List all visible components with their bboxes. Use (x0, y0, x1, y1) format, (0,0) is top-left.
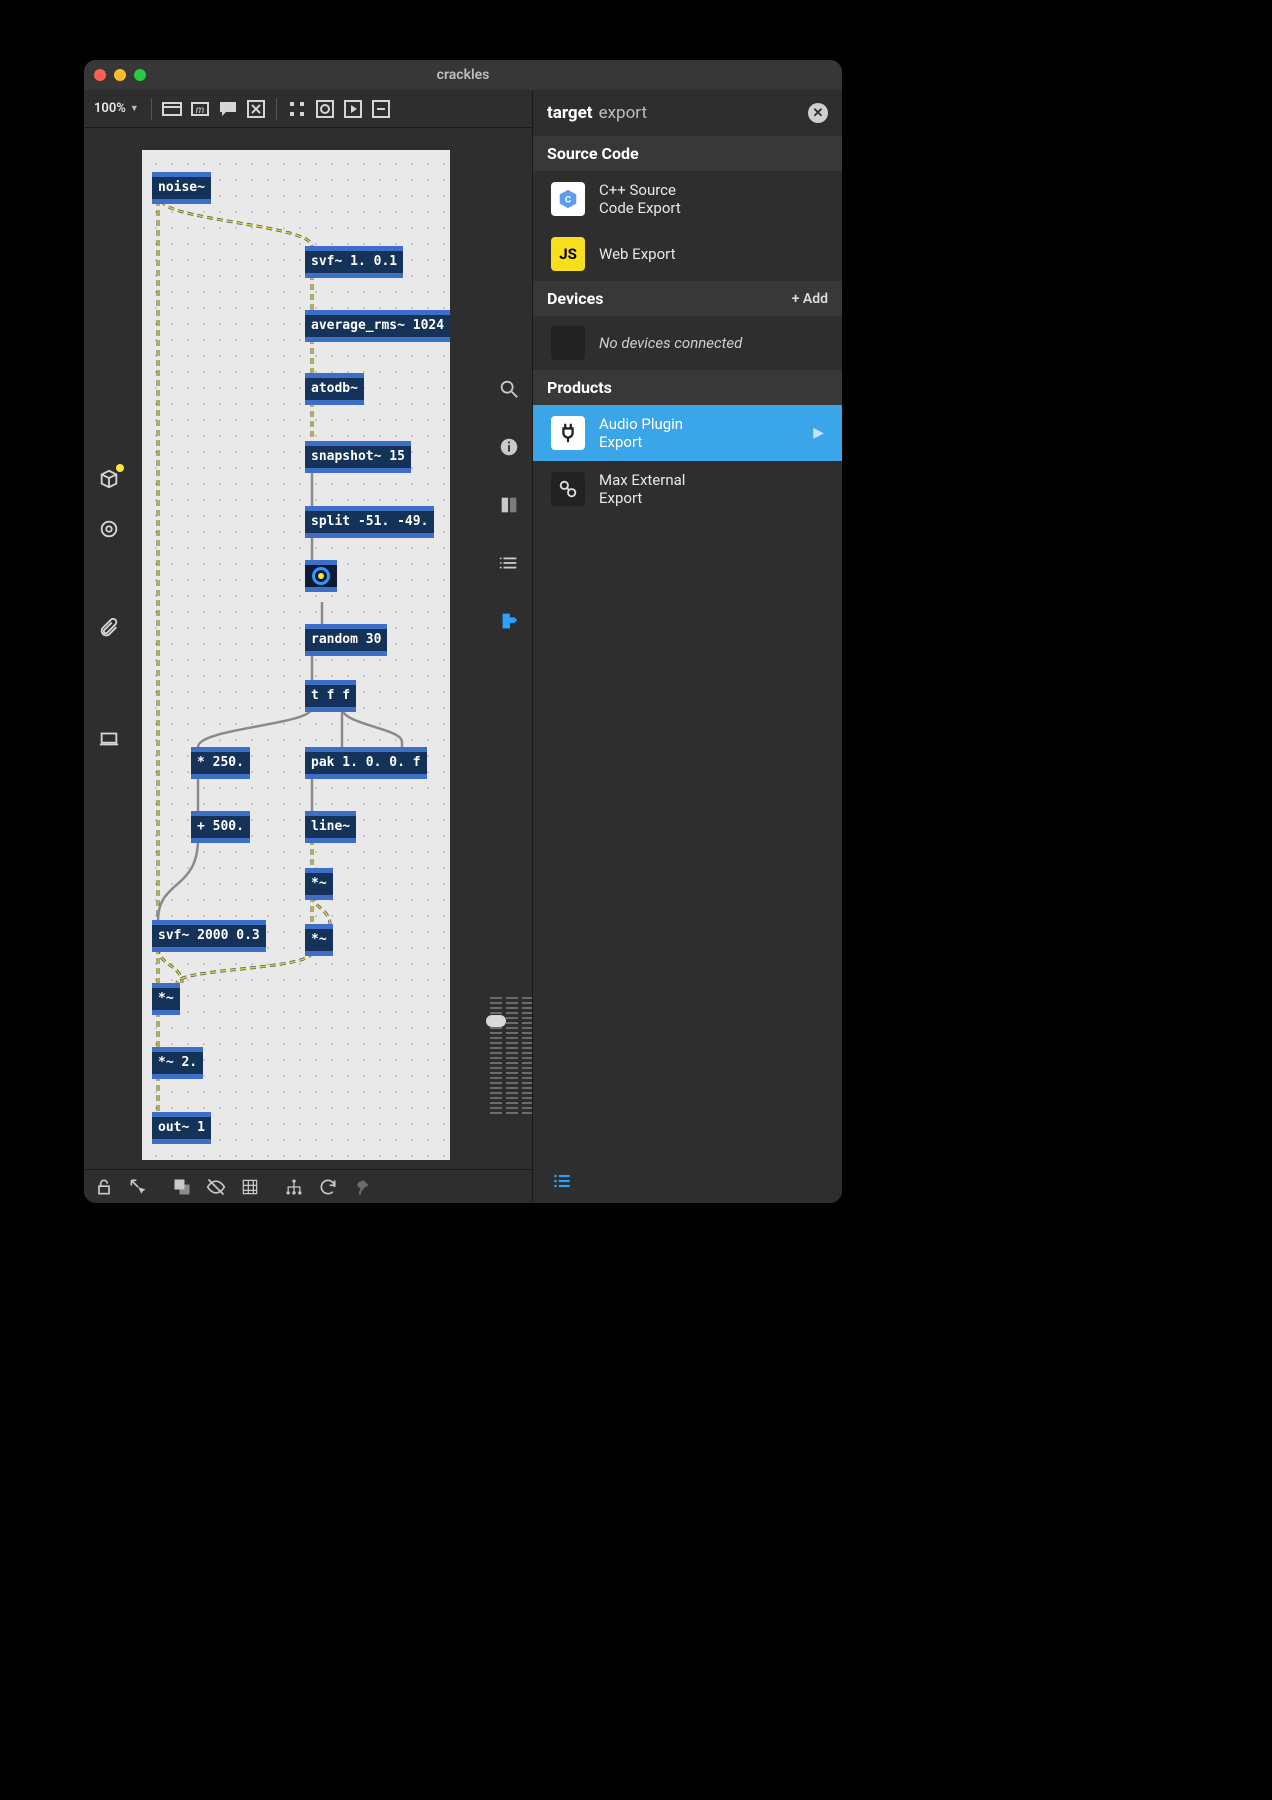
laptop-icon[interactable] (98, 728, 120, 750)
object-atodb[interactable]: atodb~ (305, 373, 364, 405)
object-svf1[interactable]: svf~ 1. 0.1 (305, 246, 403, 278)
object-add500[interactable]: + 500. (191, 811, 250, 843)
export-icon[interactable] (498, 610, 520, 632)
object-tff[interactable]: t f f (305, 680, 356, 712)
presentation-icon[interactable] (160, 97, 184, 121)
item-audio-plugin-export[interactable]: Audio Plugin Export ▶ (533, 405, 842, 461)
svg-text:C: C (565, 196, 571, 206)
patcher-canvas[interactable]: noise~ svf~ 1. 0.1 average_rms~ 1024 ato… (142, 150, 450, 1160)
object-svf2[interactable]: svf~ 2000 0.3 (152, 920, 266, 952)
layers-icon[interactable] (172, 1177, 192, 1197)
lock-icon[interactable] (94, 1177, 114, 1197)
window-title: crackles (84, 67, 842, 83)
zoom-control[interactable]: 100% ▼ (90, 101, 143, 116)
device-placeholder-icon (551, 326, 585, 360)
section-products: Products (533, 370, 842, 405)
hierarchy-icon[interactable] (284, 1177, 304, 1197)
left-gutter (84, 128, 134, 1169)
object-out[interactable]: out~ 1 (152, 1112, 211, 1144)
item-cpp-export[interactable]: C C++ Source Code Export (533, 171, 842, 227)
minus-box-icon[interactable] (369, 97, 393, 121)
object-random[interactable]: random 30 (305, 624, 387, 656)
mute-eye-icon[interactable] (206, 1177, 226, 1197)
section-devices: Devices + Add (533, 281, 842, 316)
pin-icon[interactable] (352, 1177, 372, 1197)
patcher-bottom-toolbar (84, 1169, 532, 1203)
list-icon[interactable] (498, 552, 520, 574)
max-external-icon (551, 472, 585, 506)
play-box-icon[interactable] (341, 97, 365, 121)
add-device-button[interactable]: + Add (792, 291, 828, 307)
item-max-external-export[interactable]: Max External Export (533, 461, 842, 517)
cursor-fullscreen-icon[interactable] (128, 1177, 148, 1197)
inspector-rail (498, 378, 520, 632)
object-mul3[interactable]: *~ (152, 983, 180, 1015)
info-icon[interactable] (498, 436, 520, 458)
object-avg[interactable]: average_rms~ 1024 (305, 310, 450, 342)
panel-title-light: export (599, 103, 647, 123)
chevron-right-icon: ▶ (813, 425, 824, 441)
cpp-icon: C (551, 182, 585, 216)
svg-text:m: m (196, 105, 205, 116)
export-panel: target export ✕ Source Code C C++ Source … (532, 90, 842, 1203)
app-window: crackles 100% ▼ m (84, 60, 842, 1203)
paperclip-icon[interactable] (98, 618, 120, 640)
object-mul250[interactable]: * 250. (191, 747, 250, 779)
message-box-icon[interactable]: m (188, 97, 212, 121)
target-icon[interactable] (98, 518, 120, 540)
object-pak[interactable]: pak 1. 0. 0. f (305, 747, 427, 779)
refresh-icon[interactable] (318, 1177, 338, 1197)
comment-icon[interactable] (216, 97, 240, 121)
object-mul2[interactable]: *~ (305, 924, 333, 956)
grid-icon[interactable] (240, 1177, 260, 1197)
section-source-code: Source Code (533, 136, 842, 171)
object-noise[interactable]: noise~ (152, 172, 211, 204)
js-icon: JS (551, 237, 585, 271)
object-mul1[interactable]: *~ (305, 868, 333, 900)
devices-empty-state: No devices connected (533, 316, 842, 370)
circle-box-icon[interactable] (313, 97, 337, 121)
package-icon[interactable] (98, 468, 120, 490)
panel-list-icon[interactable] (553, 1171, 573, 1195)
notification-dot-icon (116, 464, 124, 472)
object-mul4[interactable]: *~ 2. (152, 1047, 203, 1079)
item-web-export[interactable]: JS Web Export (533, 227, 842, 281)
chevron-down-icon: ▼ (130, 103, 139, 114)
close-panel-button[interactable]: ✕ (808, 103, 828, 123)
panel-header: target export ✕ (533, 90, 842, 136)
titlebar: crackles (84, 60, 842, 90)
plug-icon (551, 416, 585, 450)
search-icon[interactable] (498, 378, 520, 400)
object-dial[interactable] (305, 560, 337, 592)
volume-thumb[interactable] (486, 1015, 506, 1027)
object-line[interactable]: line~ (305, 811, 356, 843)
output-level-meters[interactable] (490, 997, 534, 1117)
close-box-icon[interactable] (244, 97, 268, 121)
zoom-value: 100% (94, 101, 126, 116)
object-snapshot[interactable]: snapshot~ 15 (305, 441, 411, 473)
patcher-top-toolbar: 100% ▼ m (84, 90, 532, 128)
panel-title-bold: target (547, 103, 593, 123)
object-split[interactable]: split -51. -49. (305, 506, 434, 538)
resize-handles-icon[interactable] (285, 97, 309, 121)
columns-icon[interactable] (498, 494, 520, 516)
